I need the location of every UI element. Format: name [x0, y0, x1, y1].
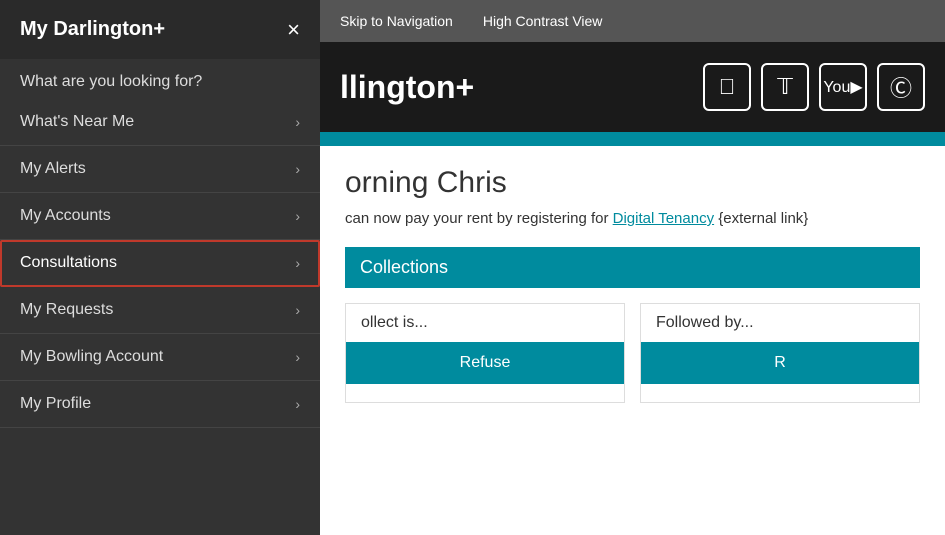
twitter-icon[interactable]: 𝕋 [761, 63, 809, 111]
sidebar-link-1[interactable]: My Alerts› [0, 146, 320, 192]
sidebar-link-0[interactable]: What's Near Me› [0, 99, 320, 145]
chevron-right-icon: › [295, 255, 300, 271]
greeting-heading: orning Chris [345, 166, 920, 200]
collection-card-1-refuse-button[interactable]: Refuse [346, 342, 624, 384]
digital-tenancy-link[interactable]: Digital Tenancy [613, 210, 714, 227]
youtube-icon[interactable]: You▶ [819, 63, 867, 111]
collection-card-2: Followed by... R [640, 303, 920, 403]
greeting-text: orning Chris [345, 166, 507, 199]
chevron-right-icon: › [295, 208, 300, 224]
high-contrast-link[interactable]: High Contrast View [483, 13, 603, 29]
sidebar-link-6[interactable]: My Profile› [0, 381, 320, 427]
chevron-right-icon: › [295, 114, 300, 130]
other-social-icon[interactable]: Ⓒ [877, 63, 925, 111]
sidebar-header: My Darlington+ × [0, 0, 320, 59]
greeting-subtext: can now pay your rent by registering for… [345, 210, 920, 227]
sidebar-item-my-bowling-account[interactable]: My Bowling Account› [0, 334, 320, 381]
chevron-right-icon: › [295, 396, 300, 412]
main-content: orning Chris can now pay your rent by re… [320, 146, 945, 535]
sidebar-item-what's-near-me[interactable]: What's Near Me› [0, 99, 320, 146]
sidebar-link-4[interactable]: My Requests› [0, 287, 320, 333]
collection-card-1: ollect is... Refuse [345, 303, 625, 403]
sidebar-item-consultations[interactable]: Consultations› [0, 240, 320, 287]
collections-row: ollect is... Refuse Followed by... R [345, 303, 920, 403]
accessibility-bar: Skip to Navigation High Contrast View [320, 0, 945, 42]
sidebar-link-3[interactable]: Consultations› [0, 240, 320, 286]
sidebar-item-my-profile[interactable]: My Profile› [0, 381, 320, 428]
sidebar-subtitle: What are you looking for? [0, 59, 320, 99]
skip-to-navigation-link[interactable]: Skip to Navigation [340, 13, 453, 29]
teal-nav-bar [320, 132, 945, 146]
collection-card-2-button[interactable]: R [641, 342, 919, 384]
sidebar-link-2[interactable]: My Accounts› [0, 193, 320, 239]
chevron-right-icon: › [295, 349, 300, 365]
collections-section-header: Collections [345, 247, 920, 288]
chevron-right-icon: › [295, 302, 300, 318]
site-logo: llington+ [340, 69, 703, 106]
collection-card-1-label: ollect is... [346, 304, 624, 342]
sidebar-nav: What's Near Me›My Alerts›My Accounts›Con… [0, 99, 320, 428]
sidebar-item-my-requests[interactable]: My Requests› [0, 287, 320, 334]
social-icons-container:  𝕋 You▶ Ⓒ [703, 63, 925, 111]
facebook-icon[interactable]:  [703, 63, 751, 111]
sidebar-close-button[interactable]: × [287, 19, 300, 41]
sidebar-link-5[interactable]: My Bowling Account› [0, 334, 320, 380]
sidebar-item-my-accounts[interactable]: My Accounts› [0, 193, 320, 240]
sidebar: My Darlington+ × What are you looking fo… [0, 0, 320, 535]
sidebar-item-my-alerts[interactable]: My Alerts› [0, 146, 320, 193]
sidebar-title: My Darlington+ [20, 18, 165, 41]
chevron-right-icon: › [295, 161, 300, 177]
header: llington+  𝕋 You▶ Ⓒ [320, 42, 945, 132]
collection-card-2-label: Followed by... [641, 304, 919, 342]
